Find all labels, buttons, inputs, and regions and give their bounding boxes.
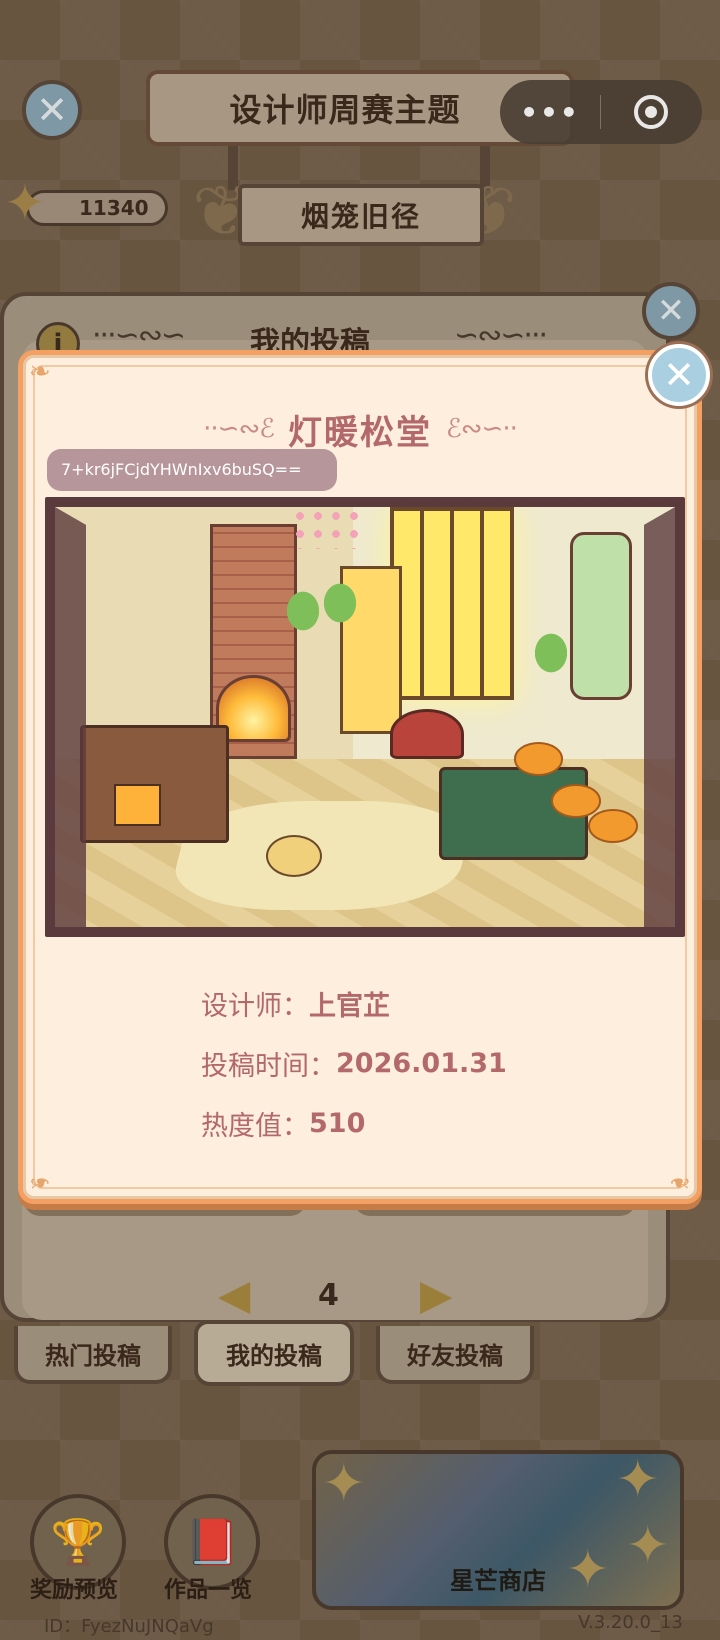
close-icon: ✕	[663, 353, 695, 397]
corner-ornament-icon: ❧	[29, 1167, 51, 1197]
heat-value: 510	[309, 1107, 366, 1139]
heat-row: 热度值： 510	[201, 1093, 507, 1153]
corner-ornament-icon: ❧	[669, 1167, 691, 1197]
submit-time-row: 投稿时间： 2026.01.31	[201, 1033, 507, 1093]
modal-close-button[interactable]: ✕	[648, 344, 710, 406]
submission-info: 设计师： 上官芷 投稿时间： 2026.01.31 热度值： 510	[201, 973, 507, 1153]
designer-row: 设计师： 上官芷	[201, 973, 507, 1033]
heat-label: 热度值：	[201, 1110, 309, 1142]
share-code[interactable]: 7+kr6jFCjdYHWnIxv6buSQ==	[47, 449, 337, 491]
designer-label: 设计师：	[201, 990, 309, 1022]
submit-time-value: 2026.01.31	[336, 1047, 507, 1079]
title-ornament-left-icon: ··∽∾ℰ	[203, 414, 275, 444]
room-artwork	[45, 497, 685, 937]
corner-ornament-icon: ❧	[29, 357, 51, 387]
room-illustration	[55, 507, 675, 927]
designer-name: 上官芷	[309, 990, 390, 1022]
submission-detail-modal: ❧ ❧ ❧ ❧ ··∽∾ℰ 灯暖松堂 ℰ∾∽·· 7+kr6jFCjdYHWnI…	[18, 350, 702, 1204]
submit-time-label: 投稿时间：	[201, 1050, 336, 1082]
title-ornament-right-icon: ℰ∾∽··	[446, 414, 518, 444]
modal-title: 灯暖松堂	[288, 412, 432, 453]
modal-title-row: ··∽∾ℰ 灯暖松堂 ℰ∾∽··	[23, 405, 697, 453]
